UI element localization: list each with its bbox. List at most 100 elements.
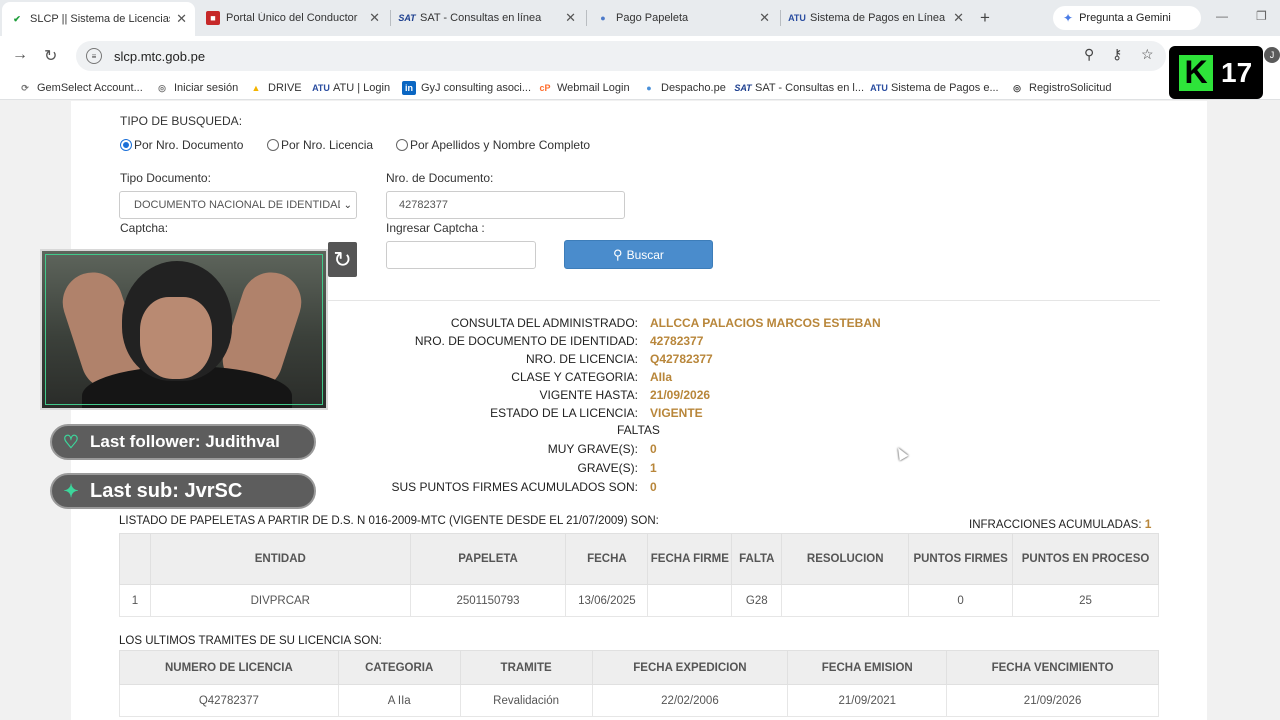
info-key: CONSULTA DEL ADMINISTRADO: bbox=[450, 316, 638, 330]
radio-por-documento[interactable]: Por Nro. Documento bbox=[120, 138, 243, 152]
radio-por-licencia[interactable]: Por Nro. Licencia bbox=[267, 138, 373, 152]
tab-label: Portal Único del Conductor bbox=[226, 12, 358, 24]
cpanel-icon: cP bbox=[539, 83, 551, 93]
table-header-row: ENTIDAD PAPELETA FECHA FECHA FIRME FALTA… bbox=[119, 533, 1159, 585]
bookmark-gyj[interactable]: in GyJ consulting asoci... bbox=[402, 81, 531, 95]
tab-sistema-pagos[interactable]: ATU Sistema de Pagos en Línea ✕ bbox=[782, 4, 972, 32]
bookmark-star-icon[interactable]: ☆ bbox=[1141, 46, 1154, 63]
info-row-graves: GRAVE(S): 1 bbox=[301, 459, 657, 477]
nro-documento-input[interactable]: 42782377 bbox=[386, 191, 625, 219]
info-key: CLASE Y CATEGORIA: bbox=[511, 370, 638, 384]
last-follower-badge: ♡ Last follower: Judithval bbox=[50, 424, 316, 460]
table-row: 1 DIVPRCAR 2501150793 13/06/2025 G28 0 2… bbox=[119, 584, 1159, 617]
cell: DIVPRCAR bbox=[149, 584, 411, 617]
info-value: 0 bbox=[650, 442, 657, 456]
cell: G28 bbox=[731, 584, 783, 617]
bookmark-sistema-pagos[interactable]: ATU Sistema de Pagos e... bbox=[870, 81, 999, 95]
nro-documento-label: Nro. de Documento: bbox=[386, 171, 494, 185]
info-value: 1 bbox=[650, 461, 657, 475]
select-value: DOCUMENTO NACIONAL DE IDENTIDAD bbox=[134, 199, 340, 211]
tipo-documento-select[interactable]: DOCUMENTO NACIONAL DE IDENTIDAD ⌄ bbox=[119, 191, 357, 219]
webcam-frame bbox=[45, 254, 323, 405]
profile-avatar[interactable]: J bbox=[1264, 47, 1280, 63]
close-icon[interactable]: ✕ bbox=[565, 10, 576, 26]
info-row-estado: ESTADO DE LA LICENCIA: VIGENTE bbox=[301, 404, 703, 422]
tab-slcp[interactable]: ✔ SLCP || Sistema de Licencias ✕ bbox=[2, 2, 195, 36]
tab-sat[interactable]: SAT SAT - Consultas en línea ✕ bbox=[392, 4, 584, 32]
forward-icon[interactable]: → bbox=[12, 46, 28, 64]
tramites-title: LOS ULTIMOS TRAMITES DE SU LICENCIA SON: bbox=[119, 635, 382, 647]
info-row-muy-graves: MUY GRAVE(S): 0 bbox=[301, 440, 657, 458]
bookmark-iniciar-sesion[interactable]: ◎ Iniciar sesión bbox=[155, 81, 238, 95]
radio-dot[interactable] bbox=[120, 139, 132, 151]
zoom-icon[interactable]: ⚲ bbox=[1084, 46, 1094, 63]
col-header: PUNTOS FIRMES bbox=[908, 533, 1014, 585]
close-icon[interactable]: ✕ bbox=[759, 10, 770, 26]
password-key-icon[interactable]: ⚷ bbox=[1112, 46, 1122, 63]
bookmark-drive[interactable]: ▲ DRIVE bbox=[249, 81, 302, 95]
tab-portal-conductor[interactable]: ■ Portal Único del Conductor ✕ bbox=[198, 4, 388, 32]
acumuladas-value: 1 bbox=[1144, 517, 1152, 531]
bookmark-despacho[interactable]: ● Despacho.pe bbox=[642, 81, 726, 95]
captcha-input[interactable] bbox=[386, 241, 536, 269]
k17-number: 17 bbox=[1221, 56, 1253, 88]
info-key: NRO. DE DOCUMENTO DE IDENTIDAD: bbox=[414, 334, 638, 348]
info-key: NRO. DE LICENCIA: bbox=[525, 352, 638, 366]
bookmark-sat[interactable]: SAT SAT - Consultas en l... bbox=[734, 81, 865, 95]
url-text: slcp.mtc.gob.pe bbox=[114, 48, 206, 64]
close-icon[interactable]: ✕ bbox=[369, 10, 380, 26]
url-field[interactable]: ≡ slcp.mtc.gob.pe bbox=[76, 41, 1166, 71]
cell: 1 bbox=[119, 584, 151, 617]
col-header: FECHA FIRME bbox=[647, 533, 733, 585]
gemini-button[interactable]: ✦ Pregunta a Gemini bbox=[1053, 6, 1201, 30]
close-icon[interactable]: ✕ bbox=[176, 11, 187, 27]
col-header: CATEGORIA bbox=[337, 650, 461, 685]
k17-letter: K bbox=[1179, 54, 1213, 91]
radio-dot[interactable] bbox=[396, 139, 408, 151]
info-row-categoria: CLASE Y CATEGORIA: AIIa bbox=[301, 368, 672, 386]
infracciones-acumuladas: INFRACCIONES ACUMULADAS: 1 bbox=[969, 517, 1151, 531]
heart-icon: ♡ bbox=[62, 431, 80, 452]
col-header: FECHA EMISION bbox=[787, 650, 948, 685]
bookmark-label: SAT - Consultas en l... bbox=[755, 82, 865, 94]
refresh-captcha-icon[interactable]: ↻ bbox=[328, 242, 357, 277]
tab-divider bbox=[780, 10, 781, 26]
info-row-licencia: NRO. DE LICENCIA: Q42782377 bbox=[301, 350, 713, 368]
atu-logo-icon: ATU bbox=[312, 83, 330, 93]
minimize-icon[interactable]: — bbox=[1216, 9, 1228, 23]
search-icon: ⚲ bbox=[613, 246, 623, 262]
maximize-icon[interactable]: ❐ bbox=[1256, 9, 1267, 23]
close-icon[interactable]: ✕ bbox=[953, 10, 964, 26]
bookmark-gemselect[interactable]: ⟳ GemSelect Account... bbox=[18, 81, 143, 95]
info-row-puntos-firmes: SUS PUNTOS FIRMES ACUMULADOS SON: 0 bbox=[301, 478, 657, 496]
tab-pago-papeleta[interactable]: ● Pago Papeleta ✕ bbox=[588, 4, 778, 32]
reload-icon[interactable]: ↻ bbox=[44, 46, 57, 66]
col-header: NUMERO DE LICENCIA bbox=[119, 650, 339, 685]
bookmark-label: Webmail Login bbox=[557, 82, 630, 94]
info-key: ESTADO DE LA LICENCIA: bbox=[490, 406, 638, 420]
radio-dot[interactable] bbox=[267, 139, 279, 151]
bookmark-registro[interactable]: ◎ RegistroSolicitud bbox=[1010, 81, 1111, 95]
new-tab-icon[interactable]: + bbox=[980, 8, 990, 28]
globe-icon: ◎ bbox=[1013, 82, 1021, 93]
cell: 2501150793 bbox=[409, 584, 567, 617]
faltas-title: FALTAS bbox=[617, 423, 660, 437]
site-info-icon[interactable]: ≡ bbox=[86, 48, 102, 64]
bookmark-webmail[interactable]: cP Webmail Login bbox=[538, 81, 630, 95]
k17-logo: K 17 bbox=[1169, 46, 1263, 99]
address-bar: → ↻ ≡ slcp.mtc.gob.pe ⚲ ⚷ ☆ bbox=[0, 36, 1280, 76]
table-header-row: NUMERO DE LICENCIA CATEGORIA TRAMITE FEC… bbox=[119, 650, 1159, 685]
flag-icon: ■ bbox=[206, 11, 220, 25]
webcam-overlay bbox=[40, 249, 328, 410]
radio-label: Por Apellidos y Nombre Completo bbox=[410, 138, 591, 152]
buscar-button[interactable]: ⚲ Buscar bbox=[564, 240, 713, 269]
info-key: VIGENTE HASTA: bbox=[539, 388, 638, 402]
atu-logo-icon: ATU bbox=[788, 13, 806, 23]
col-header: PAPELETA bbox=[409, 533, 567, 585]
col-header: PUNTOS EN PROCESO bbox=[1012, 533, 1159, 585]
radio-por-apellidos[interactable]: Por Apellidos y Nombre Completo bbox=[396, 138, 590, 152]
bookmark-atu-login[interactable]: ATU ATU | Login bbox=[312, 81, 390, 95]
sat-logo-icon: SAT bbox=[398, 13, 416, 23]
radio-label: Por Nro. Licencia bbox=[281, 138, 374, 152]
last-sub-badge: ✦ Last sub: JvrSC bbox=[50, 473, 316, 509]
